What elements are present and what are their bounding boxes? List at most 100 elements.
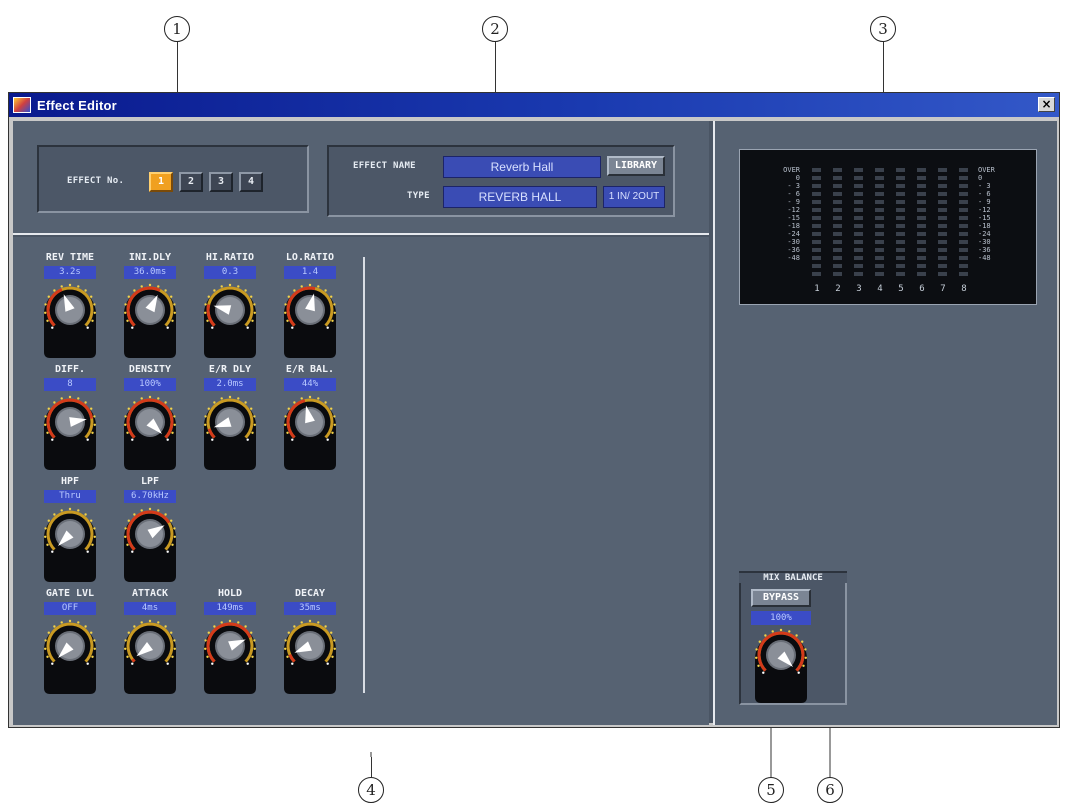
- meter-scale-right-5: -12: [978, 206, 991, 214]
- knob-e-r-bal[interactable]: E/R BAL. 44%: [277, 363, 343, 475]
- parameter-divider: [363, 257, 365, 693]
- meter-scale-right-4: - 9: [978, 198, 991, 206]
- meter-channel-6: [917, 168, 926, 280]
- knob-hi-ratio-value[interactable]: 0.3: [204, 266, 256, 279]
- knob-decay-value[interactable]: 35ms: [284, 602, 336, 615]
- knob-rev-time[interactable]: REV TIME 3.2s: [37, 251, 103, 363]
- knob-hpf-label: HPF: [60, 476, 80, 487]
- knob-e-r-bal-label: E/R BAL.: [285, 364, 335, 375]
- knob-e-r-bal-value[interactable]: 44%: [284, 378, 336, 391]
- mix-balance-dial[interactable]: [751, 625, 811, 709]
- effect-name-group: EFFECT NAME Reverb Hall LIBRARY TYPE REV…: [327, 145, 675, 217]
- close-button[interactable]: ×: [1038, 97, 1055, 112]
- effect-number-button-1[interactable]: 1: [149, 172, 173, 192]
- right-pane: OVER 0- 3- 6- 9 -12 -15 -18 -24 -30 -36 -48 OVER…: [713, 121, 1057, 725]
- knob-lpf[interactable]: LPF 6.70kHz: [117, 475, 183, 587]
- effect-number-button-2[interactable]: 2: [179, 172, 203, 192]
- knob-lo-ratio[interactable]: LO.RATIO 1.4: [277, 251, 343, 363]
- effect-editor-window: Effect Editor × EFFECT No. 1 2 3 4 EFFEC…: [8, 92, 1060, 728]
- type-label: TYPE: [407, 191, 430, 201]
- title-bar[interactable]: Effect Editor ×: [9, 93, 1059, 117]
- knob-rev-time-label: REV TIME: [45, 252, 95, 263]
- meter-scale-left-9: -30: [787, 238, 800, 246]
- meter-channel-label-7: 7: [940, 284, 946, 294]
- meter-scale-right-6: -15: [978, 214, 991, 222]
- meter-scale-right-2: - 3: [978, 182, 991, 190]
- knob-e-r-dly-value[interactable]: 2.0ms: [204, 378, 256, 391]
- knob-ini-dly-label: INI.DLY: [128, 252, 172, 263]
- io-config-field: 1 IN/ 2OUT: [603, 186, 665, 208]
- type-field: REVERB HALL: [443, 186, 597, 208]
- knob-hi-ratio-label: HI.RATIO: [205, 252, 255, 263]
- knob-lo-ratio-value[interactable]: 1.4: [284, 266, 336, 279]
- knob-density-label: DENSITY: [128, 364, 172, 375]
- meter-channel-label-2: 2: [835, 284, 841, 294]
- meter-scale-left-0: OVER: [783, 166, 800, 174]
- knob-e-r-dly[interactable]: E/R DLY 2.0ms: [197, 363, 263, 475]
- knob-lpf-label: LPF: [140, 476, 160, 487]
- meter-scale-left-3: - 6: [787, 190, 800, 198]
- knob-hi-ratio[interactable]: HI.RATIO 0.3: [197, 251, 263, 363]
- meter-scale-left-8: -24: [787, 230, 800, 238]
- meter-channel-label-5: 5: [898, 284, 904, 294]
- meter-channel-label-4: 4: [877, 284, 883, 294]
- meter-scale-right-7: -18: [978, 222, 991, 230]
- meter-scale-left-4: - 9: [787, 198, 800, 206]
- window-title: Effect Editor: [37, 97, 117, 113]
- meter-scale-left-7: -18: [787, 222, 800, 230]
- knob-gate-lvl-value[interactable]: OFF: [44, 602, 96, 615]
- knob-lpf-value[interactable]: 6.70kHz: [124, 490, 176, 503]
- knob-ini-dly[interactable]: INI.DLY 36.0ms: [117, 251, 183, 363]
- effect-number-button-4[interactable]: 4: [239, 172, 263, 192]
- meter-channel-label-3: 3: [856, 284, 862, 294]
- meter-scale-left-1: 0: [795, 174, 800, 182]
- meter-channel-2: [833, 168, 842, 280]
- knob-hold[interactable]: HOLD 149ms: [197, 587, 263, 699]
- mix-balance-label: MIX BALANCE: [739, 571, 847, 583]
- effect-name-label: EFFECT NAME: [353, 161, 416, 171]
- meter-channel-label-1: 1: [814, 284, 820, 294]
- knob-ini-dly-value[interactable]: 36.0ms: [124, 266, 176, 279]
- knob-attack-label: ATTACK: [131, 588, 169, 599]
- meter-channel-label-8: 8: [961, 284, 967, 294]
- knob-decay[interactable]: DECAY 35ms: [277, 587, 343, 699]
- meter-channel-7: [938, 168, 947, 280]
- library-button[interactable]: LIBRARY: [607, 156, 665, 176]
- effect-number-button-3[interactable]: 3: [209, 172, 233, 192]
- knob-gate-lvl-label: GATE LVL: [45, 588, 95, 599]
- mix-balance-group: MIX BALANCE BYPASS 100%: [739, 571, 847, 705]
- bypass-button[interactable]: BYPASS: [751, 589, 811, 607]
- knob-hold-value[interactable]: 149ms: [204, 602, 256, 615]
- knob-density-value[interactable]: 100%: [124, 378, 176, 391]
- knob-diff-value[interactable]: 8: [44, 378, 96, 391]
- effect-number-label: EFFECT No.: [67, 176, 125, 186]
- meter-scale-left-11: -48: [787, 254, 800, 262]
- knob-diff[interactable]: DIFF. 8: [37, 363, 103, 475]
- knob-decay-label: DECAY: [294, 588, 326, 599]
- knob-rev-time-value[interactable]: 3.2s: [44, 266, 96, 279]
- meter-channel-3: [854, 168, 863, 280]
- knob-hpf-value[interactable]: Thru: [44, 490, 96, 503]
- knob-density[interactable]: DENSITY 100%: [117, 363, 183, 475]
- meter-scale-left-5: -12: [787, 206, 800, 214]
- meter-channel-label-6: 6: [919, 284, 925, 294]
- level-meter: OVER 0- 3- 6- 9 -12 -15 -18 -24 -30 -36 -48 OVER…: [739, 149, 1037, 305]
- meter-channel-1: [812, 168, 821, 280]
- knob-gate-lvl[interactable]: GATE LVL OFF: [37, 587, 103, 699]
- knob-lo-ratio-label: LO.RATIO: [285, 252, 335, 263]
- effect-name-field[interactable]: Reverb Hall: [443, 156, 601, 178]
- mix-balance-value[interactable]: 100%: [751, 611, 811, 625]
- knob-attack[interactable]: ATTACK 4ms: [117, 587, 183, 699]
- meter-scale-left-6: -15: [787, 214, 800, 222]
- meter-scale-right-3: - 6: [978, 190, 991, 198]
- knob-hpf[interactable]: HPF Thru: [37, 475, 103, 587]
- effect-number-group: EFFECT No. 1 2 3 4: [37, 145, 309, 213]
- meter-channel-4: [875, 168, 884, 280]
- meter-scale-right-9: -30: [978, 238, 991, 246]
- knob-attack-value[interactable]: 4ms: [124, 602, 176, 615]
- meter-scale-right-1: 0: [978, 174, 983, 182]
- meter-scale-right-11: -48: [978, 254, 991, 262]
- meter-scale-right: OVER 0- 3- 6- 9 -12 -15 -18 -24 -30 -36 -48: [978, 166, 1000, 262]
- meter-scale-left-2: - 3: [787, 182, 800, 190]
- meter-channel-5: [896, 168, 905, 280]
